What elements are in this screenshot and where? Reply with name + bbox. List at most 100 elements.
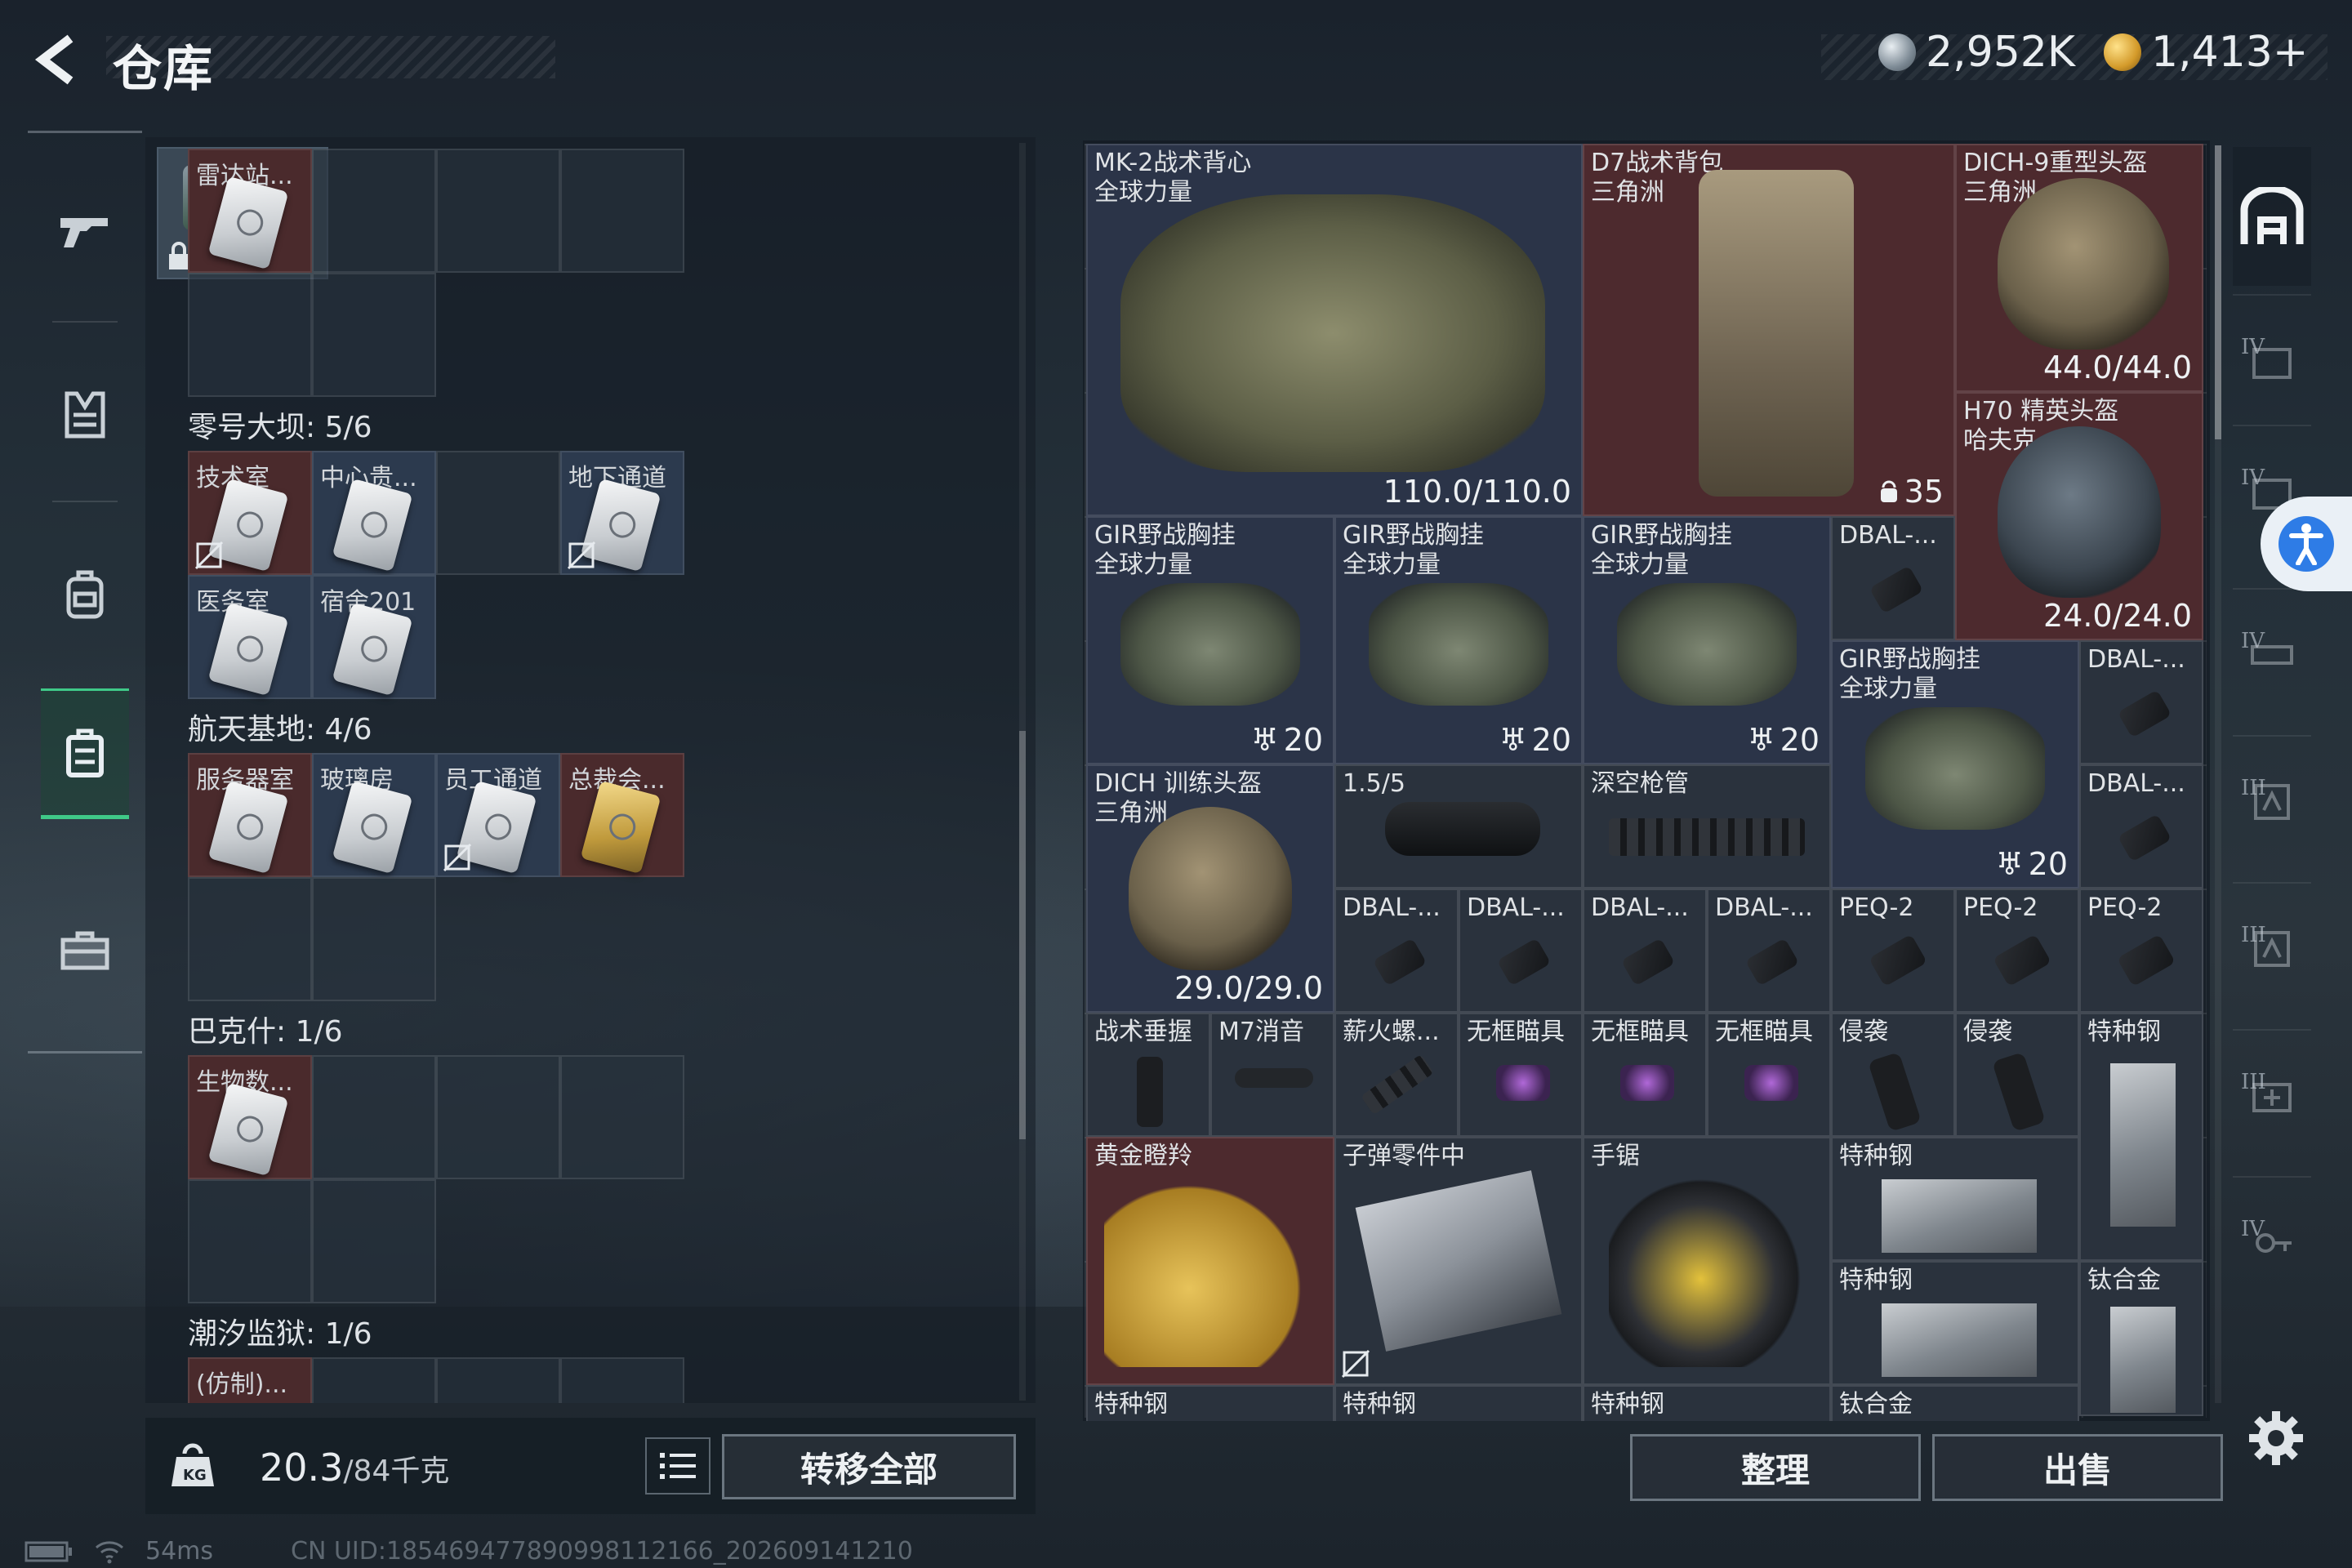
empty-slot[interactable] [188,273,312,397]
item-gir-chest-rig[interactable]: GIR野战胸挂 全球力量 ♅ 20 [1334,516,1583,764]
keycard-slot[interactable]: 生物数... [188,1055,312,1179]
keycard-slot[interactable]: 地下通道 [560,451,684,575]
keycard-slot[interactable]: 技术室 [188,451,312,575]
item-peq2[interactable]: PEQ-2 [2079,889,2203,1013]
item-special-steel[interactable]: 特种钢 [1831,1261,2079,1385]
storage-tab[interactable]: IV [2233,1176,2311,1307]
empty-slot[interactable] [188,877,312,1001]
accessibility-button[interactable] [2261,497,2352,591]
list-icon [660,1453,696,1479]
keycard-slot[interactable]: 玻璃房 [312,753,436,877]
nav-toolbox[interactable] [41,884,129,1015]
item-dich-training-helmet[interactable]: DICH 训练头盔 三角洲 29.0/29.0 [1086,764,1334,1013]
item-gir-chest-rig[interactable]: GIR野战胸挂 全球力量 ♅ 20 [1583,516,1831,764]
storage-tab[interactable]: III [2233,882,2311,1013]
item-dbal[interactable]: DBAL-... [1459,889,1583,1013]
item-gir-chest-rig[interactable]: GIR野战胸挂 全球力量 ♅ 20 [1831,640,2079,889]
rig-icon: ♅ [1499,722,1527,758]
empty-slot[interactable] [188,1179,312,1303]
section-title: 航天基地: 4/6 [188,713,372,746]
item-scope[interactable]: 1.5/5 [1334,764,1583,889]
storage-tab[interactable]: III [2233,1029,2311,1160]
empty-slot[interactable] [312,1357,436,1403]
empty-slot[interactable] [560,1357,684,1403]
item-hand-saw[interactable]: 手锯 [1583,1137,1831,1385]
nav-weapons[interactable] [41,166,129,296]
item-barrel[interactable]: 深空枪管 [1583,764,1831,889]
empty-slot[interactable] [436,149,560,273]
storage-scrollbar[interactable] [1019,143,1026,1401]
empty-slot[interactable] [436,451,560,575]
list-view-button[interactable] [645,1437,710,1494]
storage-tab[interactable]: III [2233,735,2311,866]
item-titanium-alloy[interactable]: 钛合金 [1831,1385,2079,1421]
transfer-all-button[interactable]: 转移全部 [722,1434,1016,1499]
keycard-slot[interactable]: 中心贵... [312,451,436,575]
empty-slot[interactable] [312,149,436,273]
item-raid-grip[interactable]: 侵袭 [1831,1013,1955,1137]
laser-image [1993,933,2051,987]
back-button[interactable] [24,31,90,88]
item-special-steel[interactable]: 特种钢 [1086,1385,1334,1421]
item-m7-suppressor[interactable]: M7消音 [1210,1013,1334,1137]
section-title: 潮汐监狱: 1/6 [188,1317,372,1351]
scrollbar-thumb[interactable] [1019,731,1026,1139]
keycard-slot[interactable]: 总裁会... [560,753,684,877]
vest-image [1120,194,1545,472]
item-dbal[interactable]: DBAL-... [1583,889,1707,1013]
item-dbal[interactable]: DBAL-... [1831,516,1955,640]
storage-tab[interactable]: IV [2233,588,2311,719]
currency-silver[interactable]: 2,952K [1878,28,2075,77]
item-titanium-alloy[interactable]: 钛合金 [2079,1261,2203,1416]
item-ammo-parts[interactable]: 子弹零件中 [1334,1137,1583,1385]
settings-gear-icon[interactable] [2247,1410,2305,1467]
item-special-steel[interactable]: 特种钢 [1831,1137,2079,1261]
main-storage-tab[interactable] [2233,147,2311,286]
nav-armor[interactable] [41,350,129,480]
keycard-slot[interactable]: 雷达站... [188,149,312,273]
item-dich9-helmet[interactable]: DICH-9重型头盔 三角洲 44.0/44.0 [1955,144,2203,392]
item-golden-gazelle[interactable]: 黄金瞪羚 [1086,1137,1334,1385]
scrollbar-thumb[interactable] [2215,145,2221,439]
item-peq2[interactable]: PEQ-2 [1955,889,2079,1013]
item-peq2[interactable]: PEQ-2 [1831,889,1955,1013]
empty-slot[interactable] [312,273,436,397]
keycard-slot[interactable]: 服务器室 [188,753,312,877]
item-mk2-vest[interactable]: MK-2战术背心 全球力量 110.0/110.0 [1086,144,1583,516]
keycard-slot[interactable]: 员工通道 [436,753,560,877]
item-handguard[interactable]: 薪火螺... [1334,1013,1459,1137]
empty-slot[interactable] [560,149,684,273]
nav-backpack[interactable] [41,529,129,660]
sell-button[interactable]: 出售 [1932,1434,2223,1501]
item-d7-backpack[interactable]: D7战术背包 三角洲 35 [1583,144,1955,516]
storage-tab[interactable]: IV [2233,294,2311,425]
item-dbal[interactable]: DBAL-... [1334,889,1459,1013]
empty-slot[interactable] [312,1179,436,1303]
empty-slot[interactable] [312,877,436,1001]
item-vertical-grip[interactable]: 战术垂握 [1086,1013,1210,1137]
inventory-scrollbar[interactable] [2215,145,2221,1403]
item-raid-grip[interactable]: 侵袭 [1955,1013,2079,1137]
sort-button[interactable]: 整理 [1630,1434,1921,1501]
item-h70-helmet[interactable]: H70 精英头盔 哈夫克 24.0/24.0 [1955,392,2203,640]
item-dbal[interactable]: DBAL-... [2079,764,2203,889]
currency-gold[interactable]: 1,413+ [2104,28,2308,77]
empty-slot[interactable] [436,1055,560,1179]
nav-storage[interactable] [41,688,129,819]
item-special-steel[interactable]: 特种钢 [2079,1013,2203,1261]
item-frameless-sight[interactable]: 无框瞄具 [1707,1013,1831,1137]
keycard-slot[interactable]: (仿制)... [188,1357,312,1403]
keycard-slot[interactable]: 医务室 [188,575,312,699]
empty-slot[interactable] [560,1055,684,1179]
left-nav [28,131,142,1054]
empty-slot[interactable] [312,1055,436,1179]
item-special-steel[interactable]: 特种钢 [1583,1385,1831,1421]
item-gir-chest-rig[interactable]: GIR野战胸挂 全球力量 ♅ 20 [1086,516,1334,764]
item-dbal[interactable]: DBAL-... [2079,640,2203,764]
item-frameless-sight[interactable]: 无框瞄具 [1459,1013,1583,1137]
item-dbal[interactable]: DBAL-... [1707,889,1831,1013]
keycard-slot[interactable]: 宿舍201 [312,575,436,699]
empty-slot[interactable] [436,1357,560,1403]
item-frameless-sight[interactable]: 无框瞄具 [1583,1013,1707,1137]
item-special-steel[interactable]: 特种钢 [1334,1385,1583,1421]
